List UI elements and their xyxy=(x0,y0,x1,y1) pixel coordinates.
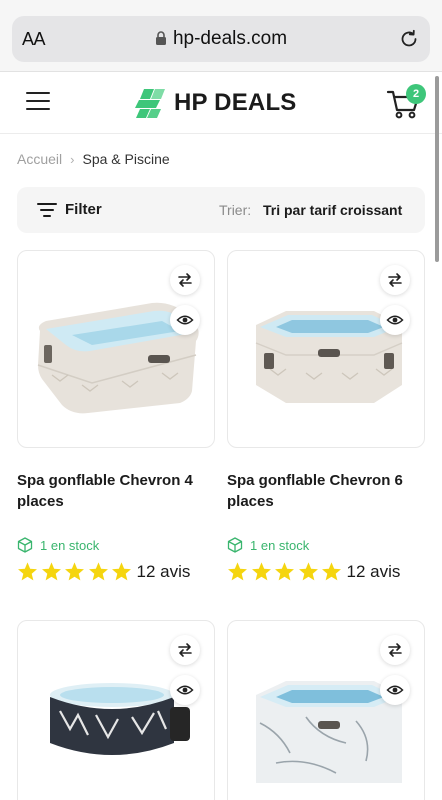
product-title[interactable]: Spa gonflable Chevron 4 places xyxy=(17,470,215,512)
star-icon xyxy=(41,562,61,581)
star-icon xyxy=(112,562,131,581)
chevron-right-icon: › xyxy=(70,151,75,167)
product-title[interactable]: Spa gonflable Chevron 6 places xyxy=(227,470,425,512)
eye-icon xyxy=(176,685,194,695)
filter-label: Filter xyxy=(65,201,102,218)
review-count-link[interactable]: 12 avis xyxy=(347,562,401,582)
site-logo[interactable]: HP DEALS xyxy=(134,86,297,120)
url-text: hp-deals.com xyxy=(172,28,288,49)
logo-mark-icon xyxy=(135,89,165,118)
browser-address-bar: AA hp-deals.com xyxy=(0,0,442,72)
compare-arrows-icon xyxy=(178,643,192,657)
url-field[interactable]: AA hp-deals.com xyxy=(12,16,430,62)
compare-arrows-icon xyxy=(388,643,402,657)
filter-sort-bar: Filter Trier: Tri par tarif croissant xyxy=(17,187,425,233)
stock-status: 1 en stock xyxy=(227,537,425,553)
logo-text: HP DEALS xyxy=(174,89,297,116)
quick-view-button[interactable] xyxy=(170,305,200,335)
product-card[interactable] xyxy=(227,620,425,800)
box-icon xyxy=(227,537,243,553)
product-image[interactable] xyxy=(17,250,215,448)
stock-status: 1 en stock xyxy=(17,537,215,553)
product-card[interactable]: Spa gonflable Chevron 6 places 1 en stoc… xyxy=(227,250,425,582)
sort-label: Trier: xyxy=(219,202,252,218)
quick-view-button[interactable] xyxy=(380,675,410,705)
breadcrumb: Accueil › Spa & Piscine xyxy=(17,151,170,167)
stock-text: 1 en stock xyxy=(40,537,100,553)
compare-button[interactable] xyxy=(170,265,200,295)
quick-view-button[interactable] xyxy=(170,675,200,705)
star-icon xyxy=(275,562,294,581)
product-image[interactable] xyxy=(227,620,425,800)
star-icon xyxy=(322,562,341,581)
scrollbar[interactable] xyxy=(435,76,439,262)
quick-view-button[interactable] xyxy=(380,305,410,335)
breadcrumb-current: Spa & Piscine xyxy=(82,151,170,167)
star-icon xyxy=(251,562,271,581)
star-icon xyxy=(18,562,37,581)
compare-arrows-icon xyxy=(388,273,402,287)
compare-button[interactable] xyxy=(380,635,410,665)
star-icon xyxy=(88,562,108,581)
eye-icon xyxy=(386,315,404,325)
star-rating: 12 avis xyxy=(227,561,425,582)
product-card[interactable] xyxy=(17,620,215,800)
filter-button[interactable]: Filter xyxy=(37,201,102,218)
reload-icon[interactable] xyxy=(398,28,420,50)
hamburger-menu-icon[interactable] xyxy=(26,92,50,112)
product-image[interactable] xyxy=(227,250,425,448)
box-icon xyxy=(17,537,33,553)
eye-icon xyxy=(386,685,404,695)
filter-icon xyxy=(37,202,57,217)
compare-button[interactable] xyxy=(170,635,200,665)
compare-arrows-icon xyxy=(178,273,192,287)
review-count-link[interactable]: 12 avis xyxy=(137,562,191,582)
star-icon xyxy=(298,562,318,581)
star-icon xyxy=(65,562,84,581)
lock-icon xyxy=(155,31,166,45)
breadcrumb-home-link[interactable]: Accueil xyxy=(17,151,62,167)
product-card[interactable]: Spa gonflable Chevron 4 places 1 en stoc… xyxy=(17,250,215,582)
eye-icon xyxy=(176,315,194,325)
sort-select[interactable]: Tri par tarif croissant xyxy=(263,202,413,218)
site-header: HP DEALS 2 xyxy=(0,72,442,134)
star-rating: 12 avis xyxy=(17,561,215,582)
product-image[interactable] xyxy=(17,620,215,800)
star-icon xyxy=(228,562,247,581)
compare-button[interactable] xyxy=(380,265,410,295)
stock-text: 1 en stock xyxy=(250,537,310,553)
cart-count-badge: 2 xyxy=(406,84,426,104)
